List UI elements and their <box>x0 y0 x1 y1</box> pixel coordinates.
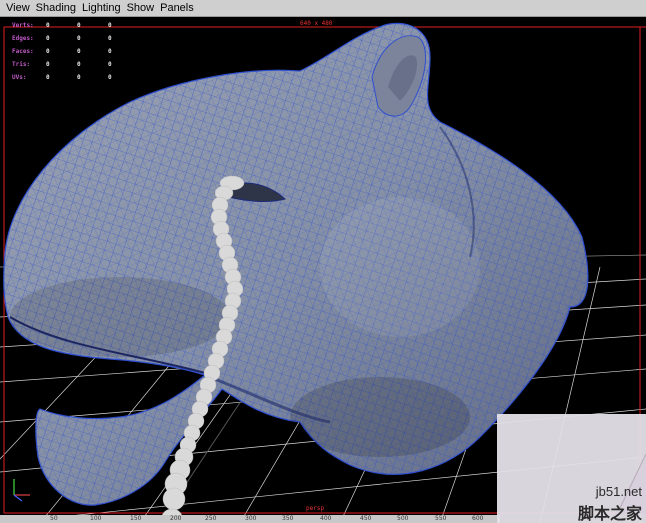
hud-value: 0 <box>108 74 112 81</box>
hud-value: 0 <box>108 35 112 42</box>
ruler-tick: 300 <box>245 515 257 522</box>
panel-menu-bar: View Shading Lighting Show Panels <box>0 0 646 17</box>
hud-value: 0 <box>46 61 50 68</box>
ruler-tick: 150 <box>130 515 142 522</box>
ruler-tick: 500 <box>397 515 409 522</box>
resolution-gate-label: 640 x 480 <box>300 20 333 27</box>
ruler-tick: 400 <box>320 515 332 522</box>
hud-value: 0 <box>46 74 50 81</box>
hud-value: 0 <box>77 74 81 81</box>
ruler-tick: 600 <box>472 515 484 522</box>
hud-value: 0 <box>46 22 50 29</box>
ruler-tick: 100 <box>90 515 102 522</box>
axis-gizmo <box>13 479 30 502</box>
site-watermark: jb51.net 脚本之家 <box>497 414 646 523</box>
hud-value: 0 <box>108 48 112 55</box>
hud-label: Edges: <box>12 35 34 42</box>
hud-row-faces: Faces: 0 0 0 <box>12 45 139 58</box>
ruler-tick: 50 <box>50 515 58 522</box>
ruler-tick: 550 <box>435 515 447 522</box>
maya-viewport-window: View Shading Lighting Show Panels Verts:… <box>0 0 646 523</box>
hud-row-edges: Edges: 0 0 0 <box>12 32 139 45</box>
ruler-tick: 350 <box>282 515 294 522</box>
hud-value: 0 <box>46 48 50 55</box>
menu-show[interactable]: Show <box>127 0 155 17</box>
hud-value: 0 <box>108 22 112 29</box>
watermark-site-name: 脚本之家 <box>577 504 642 523</box>
poly-count-hud: Verts: 0 0 0 Edges: 0 0 0 Faces: 0 0 0 T… <box>12 19 139 84</box>
watermark-url: jb51.net <box>595 484 642 499</box>
hud-value: 0 <box>108 61 112 68</box>
ruler-tick: 450 <box>360 515 372 522</box>
menu-view[interactable]: View <box>6 0 30 17</box>
menu-lighting[interactable]: Lighting <box>82 0 121 17</box>
hud-row-tris: Tris: 0 0 0 <box>12 58 139 71</box>
ruler-tick: 250 <box>205 515 217 522</box>
hud-label: Faces: <box>12 48 34 55</box>
bottom-ruler: 50 100 150 200 250 300 350 400 450 500 5… <box>0 515 500 523</box>
hud-value: 0 <box>77 48 81 55</box>
hud-row-uvs: UVs: 0 0 0 <box>12 71 139 84</box>
hud-value: 0 <box>77 61 81 68</box>
hud-value: 0 <box>46 35 50 42</box>
menu-panels[interactable]: Panels <box>160 0 194 17</box>
menu-shading[interactable]: Shading <box>36 0 76 17</box>
hud-label: UVs: <box>12 74 27 81</box>
hud-value: 0 <box>77 35 81 42</box>
hud-row-verts: Verts: 0 0 0 <box>12 19 139 32</box>
hud-label: Verts: <box>12 22 34 29</box>
hud-label: Tris: <box>12 61 31 68</box>
camera-name-label: persp <box>306 505 325 512</box>
ruler-tick: 200 <box>170 515 182 522</box>
hud-value: 0 <box>77 22 81 29</box>
